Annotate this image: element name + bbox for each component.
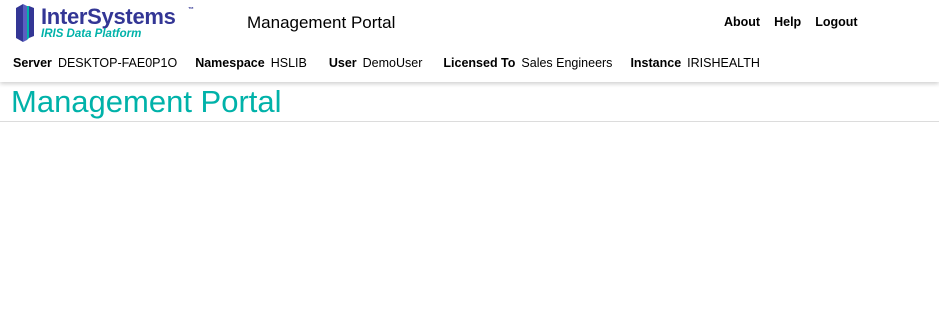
user-value: DemoUser	[362, 56, 423, 70]
top-header: InterSystems ™ IRIS Data Platform Manage…	[0, 0, 939, 82]
namespace-value[interactable]: HSLIB	[271, 56, 307, 70]
about-link[interactable]: About	[724, 15, 760, 29]
licensed-to-value: Sales Engineers	[521, 56, 613, 70]
logout-link[interactable]: Logout	[815, 15, 857, 29]
licensed-to-label: Licensed To	[443, 56, 516, 70]
user-label: User	[328, 56, 357, 70]
header-links: About Help Logout	[724, 15, 858, 29]
server-info: Server DESKTOP-FAE0P1O	[13, 56, 177, 70]
intersystems-logo-icon	[16, 4, 34, 42]
user-info: User DemoUser	[329, 56, 423, 70]
namespace-label: Namespace	[195, 56, 265, 70]
namespace-info[interactable]: Namespace HSLIB	[195, 56, 307, 70]
app-title: Management Portal	[247, 13, 396, 32]
system-info-bar: Server DESKTOP-FAE0P1O Namespace HSLIB U…	[13, 56, 760, 70]
intersystems-logo[interactable]: InterSystems ™ IRIS Data Platform	[14, 2, 204, 44]
instance-info: Instance IRISHEALTH	[630, 56, 759, 70]
instance-value: IRISHEALTH	[687, 56, 760, 70]
main-content	[0, 122, 939, 325]
logo-brand-name: InterSystems	[41, 4, 176, 29]
logo-subtitle: IRIS Data Platform	[41, 28, 142, 40]
page: InterSystems ™ IRIS Data Platform Manage…	[0, 0, 939, 325]
server-value: DESKTOP-FAE0P1O	[57, 56, 178, 70]
logo-trademark: ™	[188, 7, 194, 13]
licensed-to-info: Licensed To Sales Engineers	[443, 56, 612, 70]
instance-label: Instance	[630, 56, 682, 70]
page-title: Management Portal	[11, 84, 282, 119]
help-link[interactable]: Help	[774, 15, 801, 29]
server-label: Server	[13, 56, 52, 70]
